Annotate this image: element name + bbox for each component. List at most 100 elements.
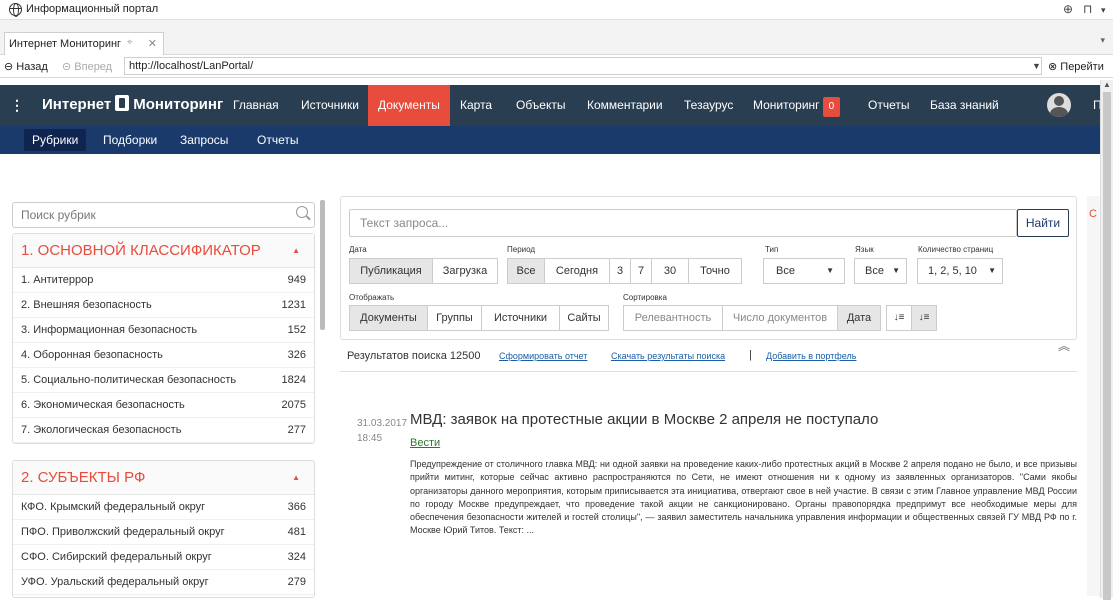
rubric-label: 4. Оборонная безопасность bbox=[21, 349, 163, 361]
nav-monitoring[interactable]: Мониторинг 0 bbox=[753, 85, 841, 126]
search-icon[interactable] bbox=[296, 206, 308, 218]
sort-desc-icon[interactable]: ↓≡ bbox=[911, 305, 937, 331]
list-item[interactable]: 7. Экологическая безопасность 277 bbox=[13, 418, 314, 443]
list-item[interactable]: УФО. Уральский федеральный округ 279 bbox=[13, 570, 314, 595]
group-header[interactable]: 1. ОСНОВНОЙ КЛАССИФИКАТОР ▲ bbox=[13, 234, 314, 268]
rubric-count: 1231 bbox=[281, 299, 306, 311]
list-item[interactable]: 3. Информационная безопасность 152 bbox=[13, 318, 314, 343]
menu-icon[interactable]: ⋮ bbox=[10, 97, 24, 114]
rubric-label: СФО. Сибирский федеральный округ bbox=[21, 551, 212, 563]
scrollbar-thumb[interactable] bbox=[1103, 92, 1111, 600]
date-upload-button[interactable]: Загрузка bbox=[432, 258, 498, 284]
new-window-icon[interactable]: ⊕ bbox=[1063, 2, 1073, 16]
list-item[interactable]: 1. Антитеррор 949 bbox=[13, 268, 314, 293]
article-title[interactable]: МВД: заявок на протестные акции в Москве… bbox=[410, 411, 878, 428]
group-header[interactable]: 2. СУБЪЕКТЫ РФ ▲ bbox=[13, 461, 314, 495]
list-item[interactable]: ПФО. Приволжский федеральный округ 481 bbox=[13, 520, 314, 545]
pages-select[interactable]: 1, 2, 5, 10 ▼ bbox=[917, 258, 1003, 284]
article-source-link[interactable]: Вести bbox=[410, 437, 440, 449]
nav-documents[interactable]: Документы bbox=[368, 85, 450, 126]
nav-knowledge[interactable]: База знаний bbox=[930, 85, 999, 126]
display-documents-button[interactable]: Документы bbox=[349, 305, 428, 331]
forward-button[interactable]: ⊝ Вперед bbox=[62, 60, 112, 73]
sort-asc-icon[interactable]: ↓≡ bbox=[886, 305, 912, 331]
list-item[interactable]: 6. Экономическая безопасность 2075 bbox=[13, 393, 314, 418]
subnav-queries[interactable]: Запросы bbox=[180, 126, 228, 154]
back-button[interactable]: ⊖ Назад bbox=[4, 60, 48, 73]
collapse-icon[interactable]: ▲ bbox=[292, 473, 300, 482]
list-item[interactable]: 4. Оборонная безопасность 326 bbox=[13, 343, 314, 368]
rubric-label: 2. Внешняя безопасность bbox=[21, 299, 152, 311]
tab-list-icon[interactable]: ▾ bbox=[1100, 35, 1105, 46]
go-label: Перейти bbox=[1060, 61, 1104, 73]
period-exact-button[interactable]: Точно bbox=[688, 258, 742, 284]
sort-count-button[interactable]: Число документов bbox=[722, 305, 838, 331]
subnav-collections[interactable]: Подборки bbox=[103, 126, 157, 154]
display-groups-button[interactable]: Группы bbox=[427, 305, 482, 331]
browser-tab[interactable]: Интернет Мониторинг ⌖ ✕ bbox=[4, 32, 164, 55]
display-sites-button[interactable]: Сайты bbox=[559, 305, 609, 331]
type-value: Все bbox=[776, 265, 795, 277]
avatar[interactable] bbox=[1047, 93, 1071, 117]
period-all-button[interactable]: Все bbox=[507, 258, 545, 284]
rubric-label: 3. Информационная безопасность bbox=[21, 324, 198, 336]
list-item[interactable]: СФО. Сибирский федеральный округ 324 bbox=[13, 545, 314, 570]
article-time: 18:45 bbox=[357, 433, 383, 444]
rubric-count: 366 bbox=[287, 501, 306, 513]
close-tab-icon[interactable]: ✕ bbox=[148, 37, 157, 50]
collapse-icon[interactable]: ▲ bbox=[292, 246, 300, 255]
page-scrollbar[interactable]: ▲ bbox=[1100, 80, 1113, 600]
go-button[interactable]: ⊗ Перейти bbox=[1048, 60, 1104, 73]
tab-label: Интернет Мониторинг bbox=[9, 38, 122, 50]
list-item[interactable]: 2. Внешняя безопасность 1231 bbox=[13, 293, 314, 318]
period-30-button[interactable]: 30 bbox=[651, 258, 689, 284]
list-item[interactable]: 5. Социально-политическая безопасность 18… bbox=[13, 368, 314, 393]
bookmark-icon[interactable]: ⊓ bbox=[1083, 2, 1092, 16]
period-today-button[interactable]: Сегодня bbox=[544, 258, 610, 284]
brand-right: Мониторинг bbox=[133, 96, 224, 113]
list-item[interactable]: КФО. Крымский федеральный округ 366 bbox=[13, 495, 314, 520]
right-panel-stub: С bbox=[1087, 196, 1100, 596]
type-select[interactable]: Все ▼ bbox=[763, 258, 845, 284]
display-sources-button[interactable]: Источники bbox=[481, 305, 560, 331]
url-input[interactable]: http://localhost/LanPortal/ bbox=[124, 57, 1042, 75]
nav-comments[interactable]: Комментарии bbox=[587, 85, 663, 126]
collapse-filters-icon[interactable]: ︽ bbox=[1058, 337, 1070, 354]
sort-label: Сортировка bbox=[623, 293, 667, 302]
right-panel-title: С bbox=[1089, 208, 1097, 220]
rubric-count: 949 bbox=[287, 274, 306, 286]
nav-home[interactable]: Главная bbox=[233, 85, 279, 126]
pin-icon[interactable]: ⌖ bbox=[127, 37, 133, 48]
window-menu-icon[interactable]: ▾ bbox=[1101, 5, 1106, 16]
sidebar-scrollbar[interactable] bbox=[320, 200, 325, 330]
nav-objects[interactable]: Объекты bbox=[516, 85, 566, 126]
sort-date-button[interactable]: Дата bbox=[837, 305, 881, 331]
find-button[interactable]: Найти bbox=[1017, 209, 1069, 237]
rubric-label: 1. Антитеррор bbox=[21, 274, 94, 286]
query-input[interactable]: Текст запроса... bbox=[349, 209, 1017, 237]
sort-relevance-button[interactable]: Релевантность bbox=[623, 305, 723, 331]
nav-thesaurus[interactable]: Тезаурус bbox=[684, 85, 733, 126]
period-3-button[interactable]: 3 bbox=[609, 258, 631, 284]
article-date: 31.03.2017 bbox=[357, 418, 408, 429]
nav-map[interactable]: Карта bbox=[460, 85, 492, 126]
chevron-down-icon: ▼ bbox=[826, 266, 834, 275]
nav-monitoring-label: Мониторинг bbox=[753, 98, 820, 112]
scroll-up-icon[interactable]: ▲ bbox=[1103, 80, 1111, 89]
subnav-reports[interactable]: Отчеты bbox=[257, 126, 298, 154]
brand-logo[interactable]: Интернет Мониторинг bbox=[42, 95, 223, 113]
language-select[interactable]: Все ▼ bbox=[854, 258, 907, 284]
date-publication-button[interactable]: Публикация bbox=[349, 258, 433, 284]
add-portfolio-link[interactable]: Добавить в портфель bbox=[766, 351, 856, 361]
rubric-group-main: 1. ОСНОВНОЙ КЛАССИФИКАТОР ▲ 1. Антитеррор… bbox=[12, 233, 315, 444]
nav-reports[interactable]: Отчеты bbox=[868, 85, 909, 126]
rubric-search-input[interactable]: Поиск рубрик bbox=[12, 202, 315, 228]
url-dropdown-icon[interactable]: ▼ bbox=[1032, 61, 1041, 71]
make-report-link[interactable]: Сформировать отчет bbox=[499, 351, 587, 361]
period-7-button[interactable]: 7 bbox=[630, 258, 652, 284]
download-results-link[interactable]: Скачать результаты поиска bbox=[611, 351, 725, 361]
nav-sources[interactable]: Источники bbox=[301, 85, 359, 126]
links-divider: | bbox=[749, 349, 752, 361]
subnav-rubrics[interactable]: Рубрики bbox=[24, 129, 87, 151]
app-navbar: ⋮ Интернет Мониторинг Главная Источники Д… bbox=[0, 85, 1102, 126]
